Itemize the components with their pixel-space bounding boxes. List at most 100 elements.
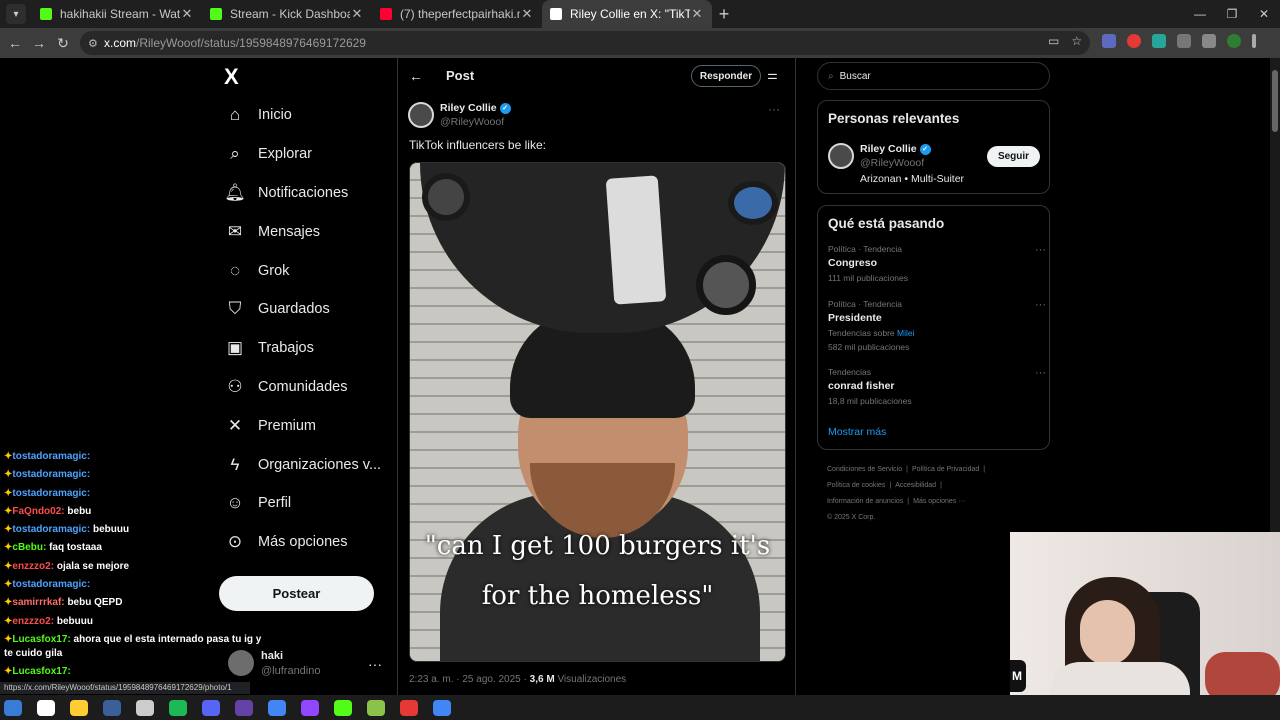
sidebar-item-guardados[interactable]: ⛉ Guardados — [222, 290, 392, 329]
taskbar-app-icon[interactable] — [202, 699, 220, 716]
chat-text: bebu QEPD — [67, 597, 123, 609]
tab-search-button[interactable]: ▾ — [6, 4, 26, 24]
close-tab-icon[interactable]: ✕ — [180, 6, 194, 22]
author-handle[interactable]: @RileyWooof — [440, 116, 504, 128]
close-tab-icon[interactable]: ✕ — [690, 6, 704, 22]
star-icon[interactable]: ☆ — [1071, 34, 1082, 48]
chat-username[interactable]: Lucasfox17: — [12, 634, 70, 645]
chat-username[interactable]: tostadoramagic: — [12, 488, 90, 499]
minimize-icon[interactable]: — — [1184, 7, 1216, 21]
footer-link[interactable]: © 2025 X Corp. — [827, 514, 875, 521]
site-info-icon[interactable]: ⚙ — [88, 37, 98, 50]
trend-item[interactable]: Tendencias conrad fisher 18,8 mil publicac… — [828, 367, 1046, 406]
trend-link[interactable]: Milei — [897, 328, 914, 338]
taskbar-app-icon[interactable] — [70, 699, 88, 716]
taskbar-app-icon[interactable] — [268, 699, 286, 716]
chat-username[interactable]: samirrrkaf: — [12, 597, 64, 608]
taskbar-app-icon[interactable] — [103, 699, 121, 716]
author-name[interactable]: Riley Collie ✓ — [440, 102, 511, 114]
chat-text: bebuuu — [56, 615, 93, 627]
more-icon[interactable]: ··· — [1035, 244, 1046, 256]
chat-username[interactable]: tostadoramagic: — [12, 469, 90, 480]
extension-icon[interactable] — [1152, 34, 1166, 48]
screen: ▾ hakihakii Stream - Watch Live o✕Stream… — [0, 0, 1280, 720]
chat-username[interactable]: tostadoramagic: — [12, 524, 90, 535]
chat-username[interactable]: FaQndo02: — [12, 506, 64, 517]
address-bar[interactable]: ⚙ x.com/RileyWooof/status/19598489764691… — [80, 31, 1090, 55]
browser-tab[interactable]: hakihakii Stream - Watch Live o✕ — [32, 0, 202, 28]
more-icon[interactable]: ··· — [368, 656, 382, 672]
chat-username[interactable]: tostadoramagic: — [12, 451, 90, 462]
taskbar-app-icon[interactable] — [136, 699, 154, 716]
chat-username[interactable]: tostadoramagic: — [12, 579, 90, 590]
footer-link[interactable]: Accesibilidad — [895, 482, 936, 489]
sidebar-item-trabajos[interactable]: ▣ Trabajos — [222, 329, 392, 368]
chat-username[interactable]: cBebu: — [12, 542, 46, 553]
search-box[interactable]: ⌕ — [817, 62, 1050, 90]
trend-item[interactable]: Política · Tendencia Congreso 111 mil publ… — [828, 244, 1046, 283]
more-icon[interactable]: ··· — [1035, 367, 1046, 379]
post-image[interactable]: "can I get 100 burgers it's for the home… — [409, 162, 786, 662]
sidebar-item-notificaciones[interactable]: 🔔︎ Notificaciones — [222, 174, 392, 213]
person-handle[interactable]: @RileyWooof — [860, 157, 924, 169]
footer-link[interactable]: Condiciones de Servicio — [827, 466, 902, 473]
extension-icon[interactable] — [1102, 34, 1116, 48]
footer-link[interactable]: Política de cookies — [827, 482, 885, 489]
show-more-link[interactable]: Mostrar más — [828, 426, 886, 438]
close-window-icon[interactable]: ✕ — [1248, 7, 1280, 21]
taskbar-app-icon[interactable] — [235, 699, 253, 716]
sidebar-item-explorar[interactable]: ⌕ Explorar — [222, 135, 392, 174]
footer-link[interactable]: Más opciones ··· — [913, 498, 965, 505]
close-tab-icon[interactable]: ✕ — [350, 6, 364, 22]
browser-tab[interactable]: (7) theperfectpairhaki.mp3 - Yo✕ — [372, 0, 542, 28]
back-icon[interactable]: ← — [3, 35, 27, 51]
reply-button[interactable]: Responder — [691, 65, 761, 87]
post-time[interactable]: 2:23 a. m. · 25 ago. 2025 · — [409, 674, 527, 685]
avatar[interactable] — [828, 143, 854, 169]
taskbar-app-icon[interactable] — [37, 699, 55, 716]
sidebar-item-premium[interactable]: ✕ Premium — [222, 406, 392, 445]
sliders-icon[interactable]: ⚌ — [767, 68, 778, 82]
restore-icon[interactable]: ❐ — [1216, 7, 1248, 21]
new-tab-button[interactable]: + — [712, 4, 736, 25]
taskbar-app-icon[interactable] — [169, 699, 187, 716]
taskbar-app-icon[interactable] — [334, 699, 352, 716]
browser-tab-bar: ▾ hakihakii Stream - Watch Live o✕Stream… — [0, 0, 1280, 28]
scrollbar-thumb[interactable] — [1272, 70, 1278, 132]
follow-button[interactable]: Seguir — [987, 146, 1040, 167]
search-input[interactable] — [839, 70, 1030, 82]
reading-list-icon[interactable] — [1202, 34, 1216, 48]
browser-tab[interactable]: Stream - Kick Dashboard✕ — [202, 0, 372, 28]
cast-icon[interactable]: ▭ — [1048, 34, 1059, 48]
more-icon[interactable]: ··· — [768, 102, 780, 116]
avatar[interactable] — [408, 102, 434, 128]
taskbar-app-icon[interactable] — [301, 699, 319, 716]
footer-links: Condiciones de Servicio | Política de Priv… — [827, 462, 1047, 526]
back-arrow-icon[interactable]: ← — [409, 68, 423, 84]
sidebar-item-inicio[interactable]: ⌂ Inicio — [222, 96, 392, 135]
sidebar-item-comunidades[interactable]: ⚇ Comunidades — [222, 368, 392, 407]
footer-link[interactable]: Información de anuncios — [827, 498, 903, 505]
trend-item[interactable]: Política · Tendencia Presidente Tendencias… — [828, 299, 1046, 352]
chat-username[interactable]: Lucasfox17: — [12, 666, 70, 677]
chat-username[interactable]: enzzzo2: — [12, 616, 54, 627]
puzzle-icon[interactable] — [1177, 34, 1191, 48]
person-name[interactable]: Riley Collie ✓ — [860, 143, 931, 155]
taskbar-app-icon[interactable] — [367, 699, 385, 716]
browser-menu-icon[interactable] — [1252, 34, 1256, 48]
forward-icon[interactable]: → — [27, 35, 51, 51]
x-logo[interactable]: X — [224, 64, 239, 90]
close-tab-icon[interactable]: ✕ — [520, 6, 534, 22]
browser-tab[interactable]: Riley Collie en X: "TikTok influe✕ — [542, 0, 712, 28]
chat-username[interactable]: enzzzo2: — [12, 561, 54, 572]
extension-icon[interactable] — [1127, 34, 1141, 48]
sidebar-item-grok[interactable]: ◌ Grok — [222, 251, 392, 290]
profile-icon[interactable] — [1227, 34, 1241, 48]
sidebar-item-mensajes[interactable]: ✉ Mensajes — [222, 212, 392, 251]
taskbar-app-icon[interactable] — [400, 699, 418, 716]
footer-link[interactable]: Política de Privacidad — [912, 466, 979, 473]
taskbar-app-icon[interactable] — [433, 699, 451, 716]
reload-icon[interactable]: ↻ — [51, 35, 75, 52]
more-icon[interactable]: ··· — [1035, 299, 1046, 311]
taskbar-app-icon[interactable] — [4, 699, 22, 716]
